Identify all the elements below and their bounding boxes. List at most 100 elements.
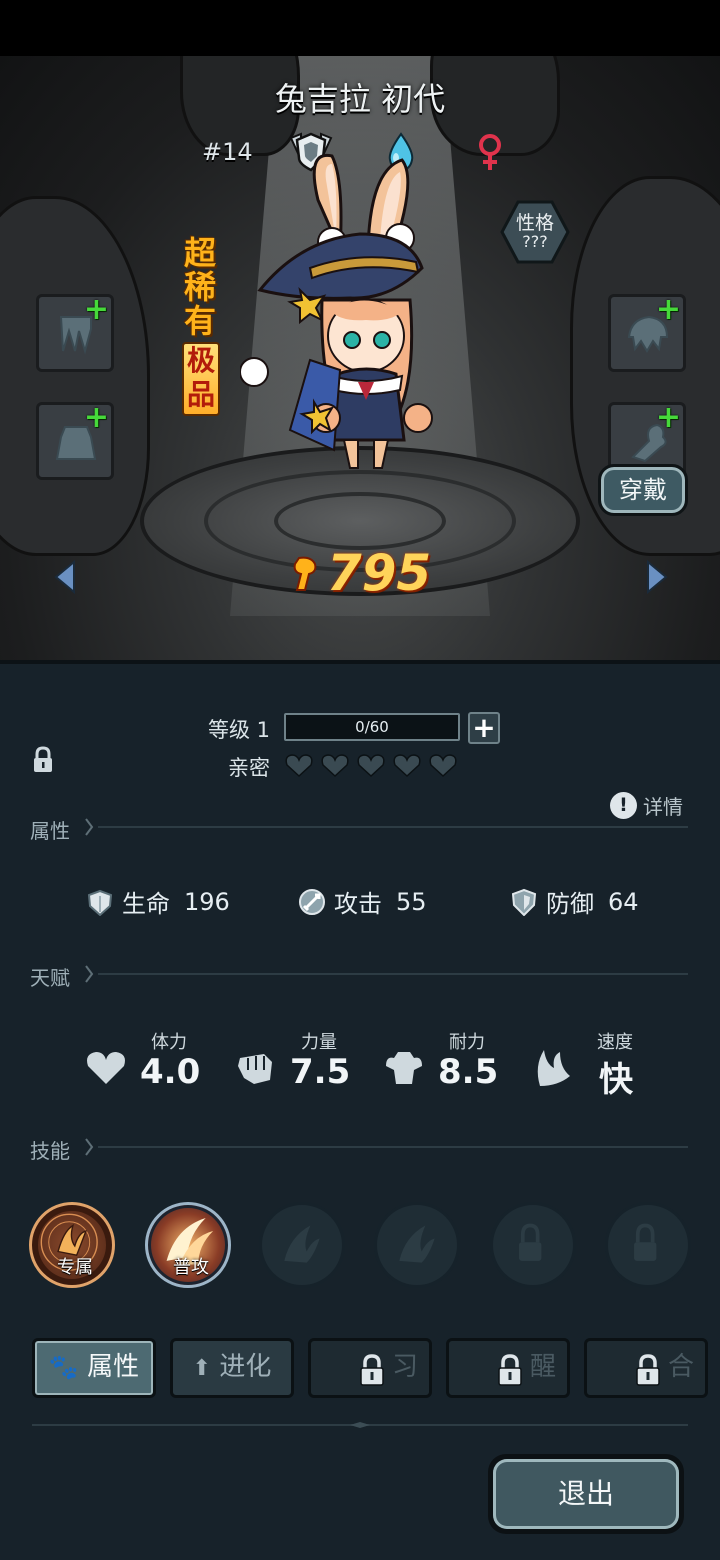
- wing-icon: [537, 1050, 570, 1086]
- heart-icon: [285, 754, 313, 778]
- add-icon: +: [655, 400, 681, 435]
- add-icon: +: [655, 292, 681, 327]
- personality-label: 性格: [515, 212, 554, 234]
- talent-speed: 速度 快: [530, 1028, 670, 1100]
- tab-awaken-label: 醒: [529, 1352, 556, 1382]
- female-gender-icon: [479, 134, 501, 170]
- rarity-label: 超稀有: [183, 234, 216, 340]
- stat-hp: 生命 196: [86, 884, 230, 920]
- heart-icon: [357, 754, 385, 778]
- skills-section-title: 技能: [30, 1139, 70, 1163]
- stat-hp-value: 196: [184, 887, 230, 916]
- section-divider: [85, 965, 688, 983]
- talents-section-title: 天赋: [30, 966, 70, 990]
- exp-text: 0/60: [355, 718, 389, 736]
- shield-icon: [511, 888, 537, 916]
- equip-slot-weapon[interactable]: +: [36, 294, 114, 372]
- talent-stamina-value: 4.0: [140, 1052, 201, 1092]
- talent-endurance-value: 8.5: [438, 1052, 499, 1092]
- skill-placeholder-icon: [399, 1225, 435, 1263]
- heart-icon: [321, 754, 349, 778]
- lock-icon: [498, 1354, 522, 1386]
- muscle-icon: [386, 1052, 422, 1084]
- heart-icon: [393, 754, 421, 778]
- heart-shield-icon: [87, 889, 113, 916]
- skill-exclusive[interactable]: 专属: [29, 1202, 115, 1288]
- stat-hp-label: 生命: [122, 890, 170, 918]
- talent-stamina: 体力 4.0: [84, 1028, 224, 1098]
- equip-slot-helmet[interactable]: +: [608, 294, 686, 372]
- tab-awaken[interactable]: 醒: [446, 1338, 570, 1398]
- stat-attack: 攻击 55: [298, 884, 427, 920]
- stat-attack-label: 攻击: [334, 890, 382, 918]
- level-up-button[interactable]: +: [468, 712, 500, 744]
- skill-exclusive-label: 专属: [57, 1257, 93, 1278]
- exit-button-label: 退出: [493, 1459, 679, 1529]
- lock-icon: [360, 1354, 384, 1386]
- stat-defense: 防御 64: [510, 884, 639, 920]
- arrow-up-icon: ⬆: [192, 1356, 212, 1381]
- heart-icon: [429, 754, 457, 778]
- tab-fusion[interactable]: 合: [584, 1338, 708, 1398]
- talent-speed-label: 速度: [597, 1032, 633, 1053]
- intimacy-label: 亲密: [228, 756, 270, 780]
- stat-defense-label: 防御: [546, 890, 594, 918]
- personality-value: ???: [522, 232, 548, 251]
- talent-endurance: 耐力 8.5: [382, 1028, 522, 1098]
- wear-button[interactable]: 穿戴: [598, 464, 688, 516]
- paw-icon: 🐾: [48, 1353, 79, 1381]
- talent-strength-label: 力量: [301, 1032, 337, 1053]
- lock-icon: [519, 1223, 542, 1261]
- rock-left: [0, 196, 150, 556]
- skill-basic-attack[interactable]: 普攻: [145, 1202, 231, 1288]
- tab-attributes-label: 属性: [87, 1352, 140, 1382]
- stat-defense-value: 64: [608, 887, 639, 916]
- intimacy-hearts: [284, 752, 464, 780]
- character-sprite: [240, 153, 433, 469]
- combat-power: 795: [0, 544, 720, 602]
- tab-evolution-label: 进化: [219, 1352, 272, 1382]
- details-label: 详情: [643, 795, 683, 819]
- bottom-tabs: 🐾 属性 ⬆ 进化 习 醒 合: [0, 1338, 720, 1402]
- skill-placeholder-icon: [284, 1225, 320, 1263]
- lock-icon[interactable]: [32, 746, 54, 774]
- skill-slot-locked[interactable]: [490, 1202, 576, 1288]
- power-fist-icon: [293, 556, 317, 591]
- grade-badge: 极品: [182, 342, 220, 416]
- details-button[interactable]: ! 详情: [610, 791, 683, 819]
- combat-power-value: 795: [326, 544, 432, 602]
- attributes-section-title: 属性: [30, 819, 70, 843]
- talent-strength: 力量 7.5: [234, 1028, 374, 1098]
- sword-icon: [299, 888, 325, 915]
- personality-badge[interactable]: 性格 ???: [500, 200, 570, 264]
- add-icon: +: [83, 400, 109, 435]
- tab-learn[interactable]: 习: [308, 1338, 432, 1398]
- tab-fusion-label: 合: [667, 1352, 694, 1382]
- skill-slot-empty[interactable]: [374, 1202, 460, 1288]
- lock-icon: [636, 1354, 660, 1386]
- add-icon: +: [83, 292, 109, 327]
- talent-endurance-label: 耐力: [449, 1032, 485, 1053]
- section-divider: [85, 1138, 688, 1156]
- skill-slot-locked[interactable]: [605, 1202, 691, 1288]
- stat-attack-value: 55: [396, 887, 427, 916]
- section-divider: [85, 818, 688, 836]
- lock-icon: [634, 1223, 657, 1261]
- skill-basic-attack-label: 普攻: [173, 1257, 209, 1278]
- tab-learn-label: 习: [391, 1352, 418, 1382]
- panel-divider: [32, 1422, 688, 1428]
- exp-bar: 0/60: [284, 713, 460, 741]
- equip-slot-armor[interactable]: +: [36, 402, 114, 480]
- talent-stamina-label: 体力: [151, 1032, 187, 1053]
- talent-speed-value: 快: [599, 1060, 633, 1100]
- character-name: 兔吉拉 初代: [274, 80, 446, 118]
- skill-slot-empty[interactable]: [259, 1202, 345, 1288]
- exclamation-icon: !: [610, 792, 637, 819]
- heart-icon: [87, 1052, 125, 1084]
- tab-attributes[interactable]: 🐾 属性: [32, 1338, 156, 1398]
- exit-button[interactable]: 退出: [488, 1454, 684, 1534]
- tab-evolution[interactable]: ⬆ 进化: [170, 1338, 294, 1398]
- talent-strength-value: 7.5: [290, 1052, 351, 1092]
- level-label: 等级 1: [208, 718, 271, 742]
- fist-icon: [238, 1054, 272, 1084]
